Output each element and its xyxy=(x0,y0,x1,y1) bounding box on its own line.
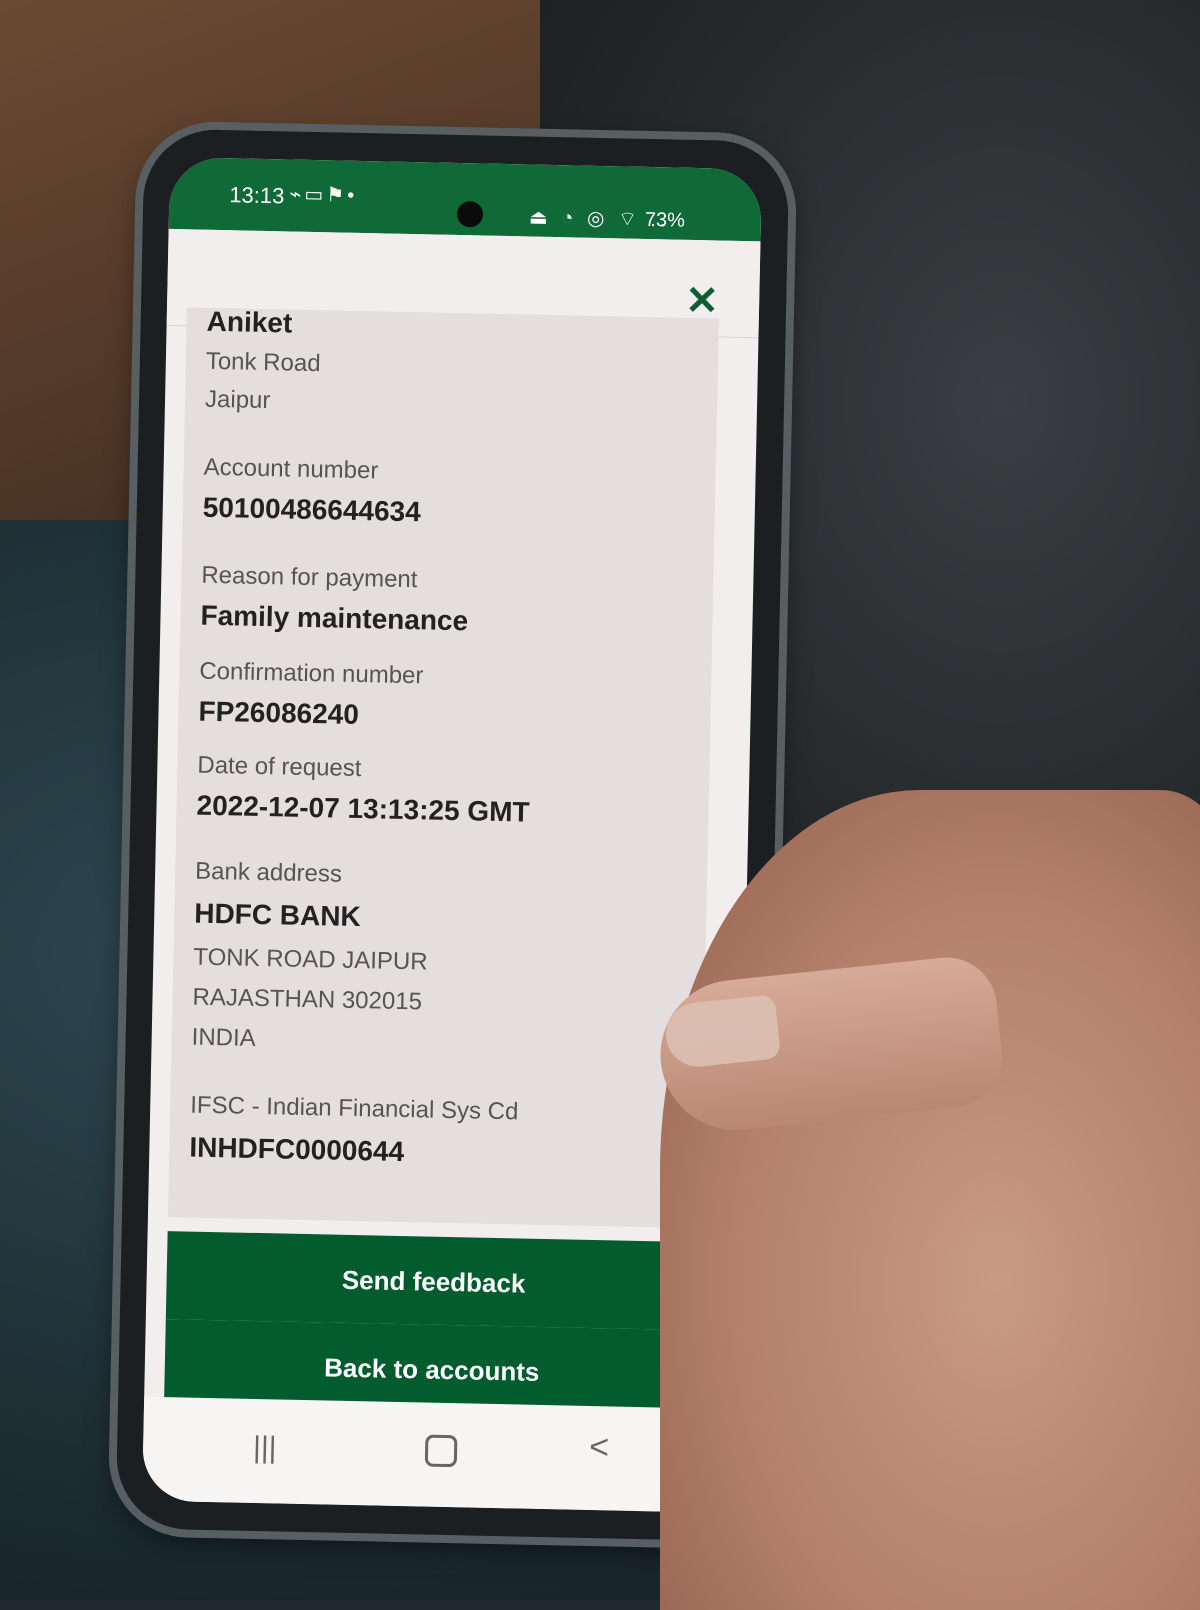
reason-label: Reason for payment xyxy=(201,561,418,594)
date-label: Date of request xyxy=(197,751,362,783)
ifsc-value: INHDFC0000644 xyxy=(189,1131,405,1168)
account-number-value: 50100486644634 xyxy=(202,491,422,528)
bank-address-line-1: TONK ROAD JAIPUR xyxy=(193,943,428,976)
home-icon[interactable] xyxy=(424,1434,458,1468)
notification-icons: ⌁▭⚑• xyxy=(289,183,358,207)
bank-address-line-2: RAJASTHAN 302015 xyxy=(192,983,423,1016)
bank-address-line-3: INDIA xyxy=(191,1023,256,1052)
bank-address-label: Bank address xyxy=(194,857,343,888)
camera-cutout xyxy=(456,200,484,228)
payee-address-line-1: Tonk Road xyxy=(205,347,321,378)
payee-name: Aniket xyxy=(206,305,293,339)
payee-address-line-2: Jaipur xyxy=(204,385,271,415)
hand xyxy=(660,790,1200,1610)
status-bar: 13:13 ⌁▭⚑• ⏏ ◔ ◎ ⌔ .. 73% xyxy=(168,156,763,242)
send-feedback-button[interactable]: Send feedback xyxy=(165,1231,702,1331)
confirmation-label: Confirmation number xyxy=(199,657,424,690)
reason-value: Family maintenance xyxy=(200,599,469,637)
confirmation-value: FP26086240 xyxy=(198,695,360,731)
account-number-label: Account number xyxy=(203,453,379,485)
recents-icon[interactable]: ||| xyxy=(253,1431,277,1465)
bank-name: HDFC BANK xyxy=(193,897,362,933)
status-time: 13:13 xyxy=(229,182,285,209)
back-icon[interactable]: < xyxy=(589,1428,610,1467)
battery-level: 73% xyxy=(644,208,686,232)
